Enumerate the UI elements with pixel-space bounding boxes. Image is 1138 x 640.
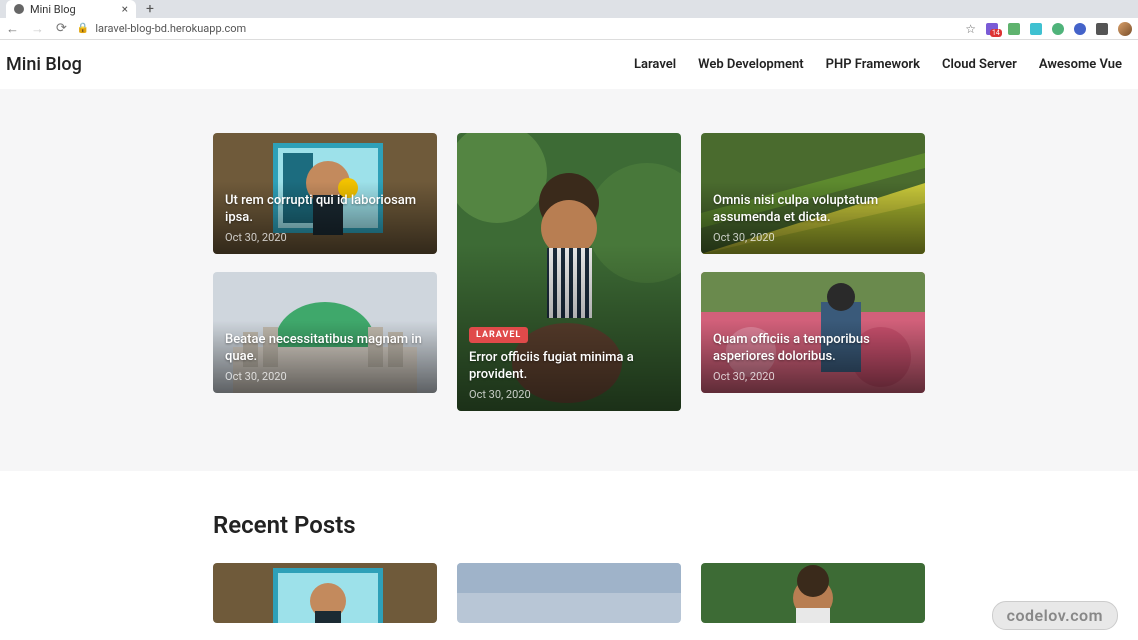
forward-icon[interactable]: →	[31, 21, 44, 37]
nav-link[interactable]: Web Development	[698, 57, 804, 72]
site-title[interactable]: Mini Blog	[6, 54, 82, 75]
recent-card[interactable]	[457, 563, 681, 623]
address-bar[interactable]: 🔒 laravel-blog-bd.herokuapp.com	[77, 22, 955, 35]
recent-card[interactable]	[701, 563, 925, 623]
watermark: codelov.com	[992, 601, 1118, 630]
url-text: laravel-blog-bd.herokuapp.com	[95, 22, 246, 35]
featured-card[interactable]: Ut rem corrupti qui id laboriosam ipsa. …	[213, 133, 437, 254]
card-date: Oct 30, 2020	[713, 231, 913, 244]
card-date: Oct 30, 2020	[225, 231, 425, 244]
category-badge[interactable]: LARAVEL	[469, 327, 528, 343]
featured-card[interactable]: Omnis nisi culpa voluptatum assumenda et…	[701, 133, 925, 254]
extension-icon[interactable]: 14	[986, 23, 998, 35]
nav-link[interactable]: Awesome Vue	[1039, 57, 1122, 72]
nav-link[interactable]: PHP Framework	[826, 57, 920, 72]
card-title: Beatae necessitatibus magnam in quae.	[225, 331, 425, 366]
featured-card-main[interactable]: LARAVEL Error officiis fugiat minima a p…	[457, 133, 681, 411]
globe-icon	[14, 4, 24, 14]
featured-card[interactable]: Beatae necessitatibus magnam in quae. Oc…	[213, 272, 437, 393]
card-image	[213, 563, 437, 623]
nav-link[interactable]: Cloud Server	[942, 57, 1017, 72]
card-date: Oct 30, 2020	[713, 370, 913, 383]
featured-card[interactable]: Quam officiis a temporibus asperiores do…	[701, 272, 925, 393]
card-title: Ut rem corrupti qui id laboriosam ipsa.	[225, 192, 425, 227]
tab-strip: Mini Blog × +	[0, 0, 1138, 18]
browser-toolbar: ← → ⟳ 🔒 laravel-blog-bd.herokuapp.com ☆ …	[0, 18, 1138, 40]
lock-icon: 🔒	[77, 23, 89, 34]
hero-section: Ut rem corrupti qui id laboriosam ipsa. …	[0, 89, 1138, 471]
extension-icon[interactable]	[1008, 23, 1020, 35]
extension-icons: ☆ 14	[965, 22, 1132, 36]
card-title: Error officiis fugiat minima a provident…	[469, 349, 669, 384]
extension-icon[interactable]	[1052, 23, 1064, 35]
card-image	[457, 563, 681, 623]
browser-chrome: Mini Blog × + ← → ⟳ 🔒 laravel-blog-bd.he…	[0, 0, 1138, 40]
browser-tab[interactable]: Mini Blog ×	[6, 0, 136, 18]
site-header: Mini Blog Laravel Web Development PHP Fr…	[0, 40, 1138, 89]
recent-section: Recent Posts	[0, 471, 1138, 623]
tab-title: Mini Blog	[30, 3, 76, 16]
reload-icon[interactable]: ⟳	[56, 21, 67, 37]
profile-avatar[interactable]	[1118, 22, 1132, 36]
back-icon[interactable]: ←	[6, 21, 19, 37]
close-icon[interactable]: ×	[122, 2, 128, 16]
puzzle-icon[interactable]	[1096, 23, 1108, 35]
bookmark-icon[interactable]: ☆	[965, 22, 976, 36]
extension-icon[interactable]	[1030, 23, 1042, 35]
new-tab-button[interactable]: +	[142, 1, 158, 17]
nav-links: Laravel Web Development PHP Framework Cl…	[634, 57, 1132, 72]
card-title: Omnis nisi culpa voluptatum assumenda et…	[713, 192, 913, 227]
card-image	[701, 563, 925, 623]
nav-link[interactable]: Laravel	[634, 57, 676, 72]
card-date: Oct 30, 2020	[225, 370, 425, 383]
recent-heading: Recent Posts	[213, 511, 925, 539]
card-title: Quam officiis a temporibus asperiores do…	[713, 331, 913, 366]
extension-icon[interactable]	[1074, 23, 1086, 35]
recent-card[interactable]	[213, 563, 437, 623]
card-date: Oct 30, 2020	[469, 388, 669, 401]
